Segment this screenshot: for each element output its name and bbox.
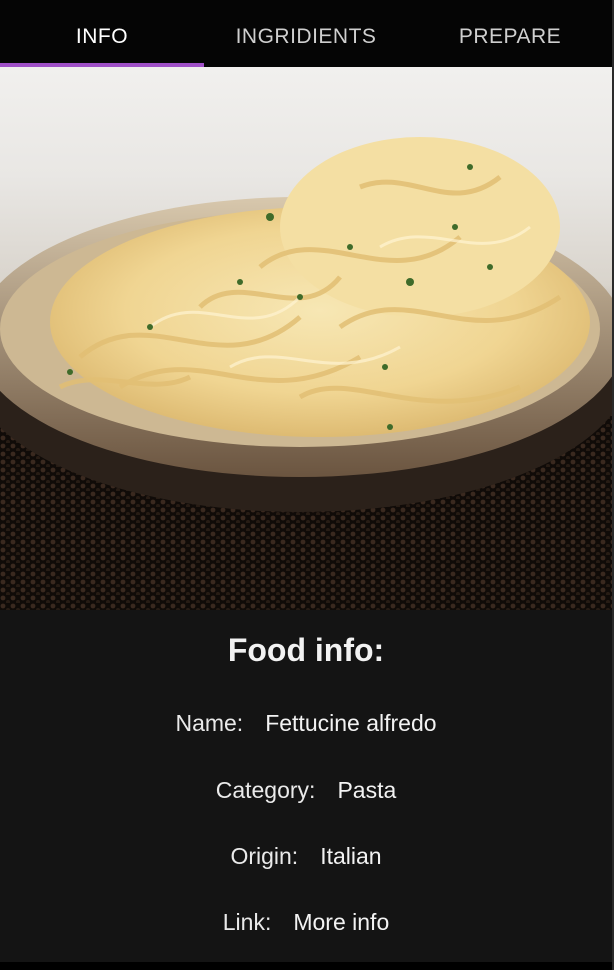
link-label: Link:: [222, 909, 272, 935]
tab-bar: INFO INGRIDIENTS PREPARE: [0, 0, 612, 67]
more-info-link[interactable]: More info: [293, 909, 389, 936]
name-label: Name:: [175, 710, 244, 736]
food-image: [0, 67, 612, 610]
origin-value: Italian: [320, 843, 382, 869]
tab-info[interactable]: INFO: [0, 0, 204, 67]
origin-row: Origin: Italian: [0, 843, 612, 870]
tab-prepare-label: PREPARE: [458, 24, 562, 48]
tab-ingredients-label: INGRIDIENTS: [235, 24, 377, 48]
app-root: INFO INGRIDIENTS PREPARE Food info: Name…: [0, 0, 614, 970]
tab-ingredients[interactable]: INGRIDIENTS: [204, 0, 408, 67]
link-row: Link: More info: [0, 909, 612, 936]
name-row: Name: Fettucine alfredo: [0, 710, 612, 737]
tab-prepare[interactable]: PREPARE: [408, 0, 612, 67]
food-info-panel: Food info: Name: Fettucine alfredo Categ…: [0, 610, 612, 962]
food-info-title: Food info:: [227, 632, 385, 668]
category-label: Category:: [215, 777, 316, 803]
name-value: Fettucine alfredo: [265, 710, 437, 736]
origin-label: Origin:: [230, 843, 299, 869]
category-value: Pasta: [337, 777, 397, 803]
pasta-plate-illustration: [0, 137, 612, 610]
bottom-edge: [0, 962, 614, 970]
tab-info-label: INFO: [75, 24, 129, 48]
category-row: Category: Pasta: [0, 777, 612, 804]
